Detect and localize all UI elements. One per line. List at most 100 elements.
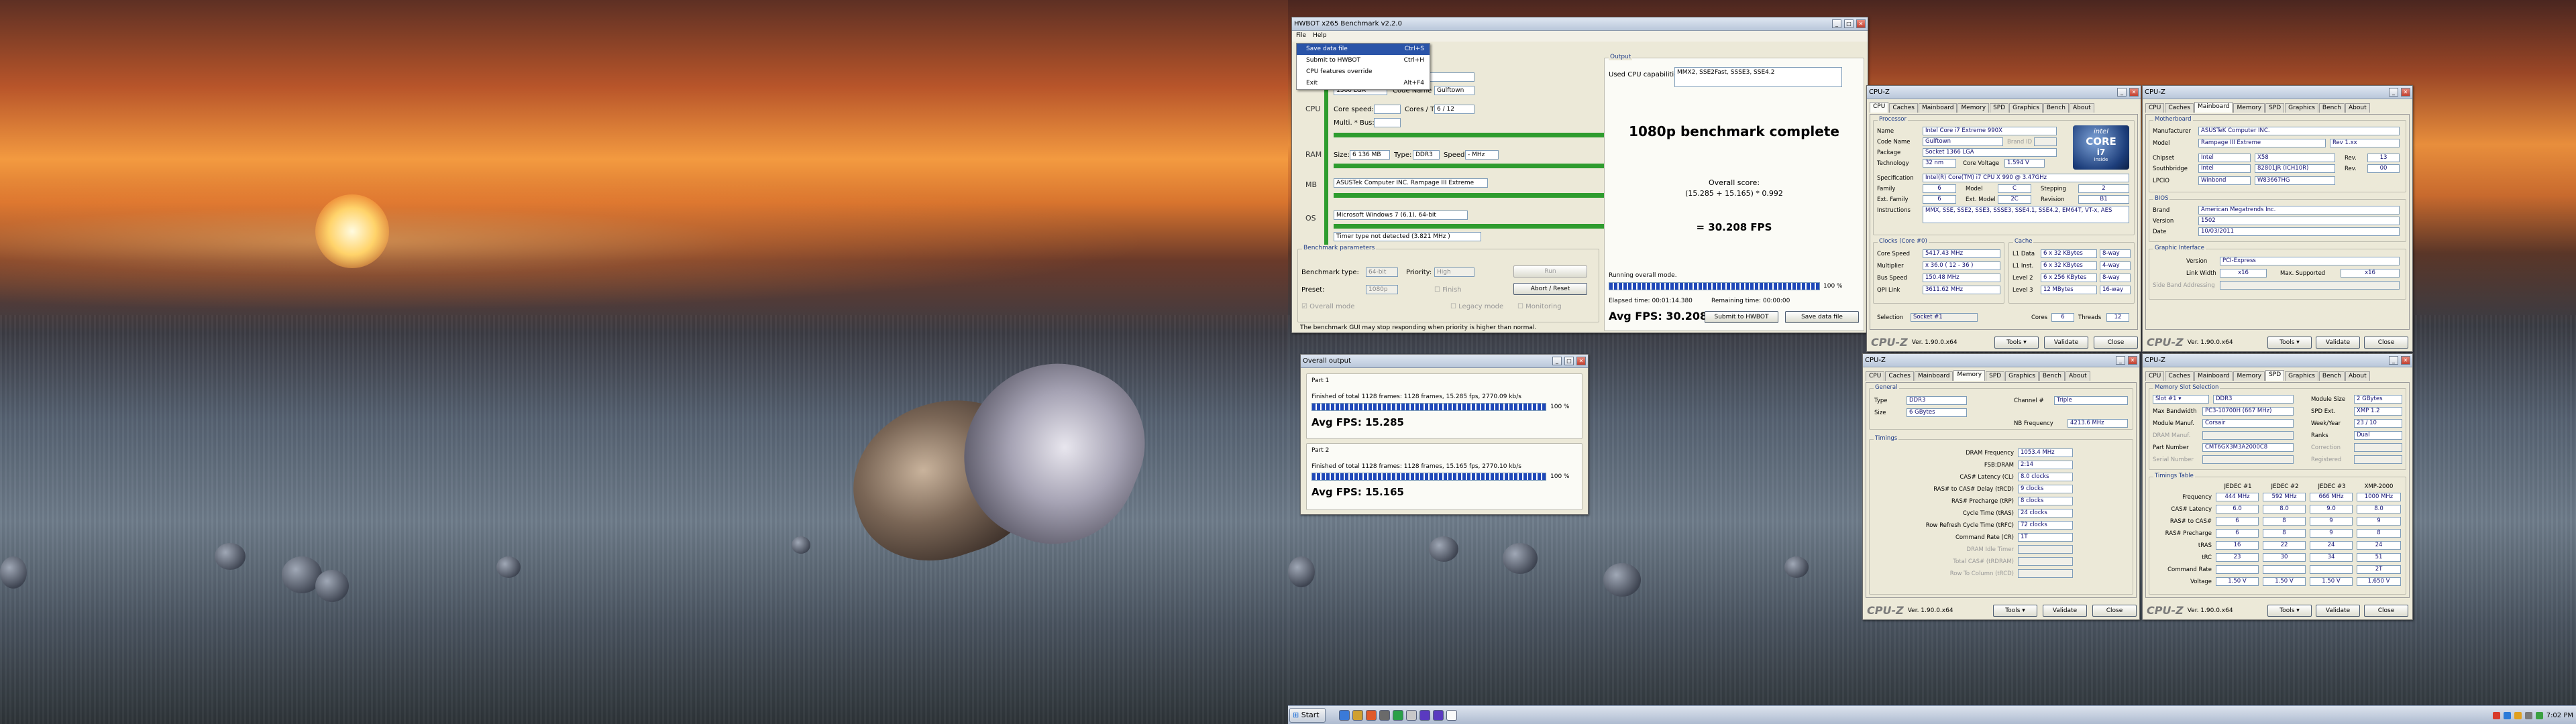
tray-monitor-icon[interactable] bbox=[2535, 711, 2543, 719]
tools-button[interactable]: Tools ▾ bbox=[2267, 605, 2312, 617]
tab-memory[interactable]: Memory bbox=[1957, 103, 1990, 113]
tab-about[interactable]: About bbox=[2345, 371, 2370, 381]
overall-titlebar[interactable]: Overall output _ □ ✕ bbox=[1301, 355, 1588, 368]
tray-volume-icon[interactable] bbox=[2524, 711, 2532, 719]
chrome-icon[interactable] bbox=[1393, 710, 1403, 721]
tab-mainboard[interactable]: Mainboard bbox=[1919, 103, 1957, 113]
submit-hwbot-button[interactable]: Submit to HWBOT bbox=[1705, 311, 1778, 323]
cpuz-taskbar-icon[interactable] bbox=[1433, 710, 1444, 721]
socket-selection-dropdown[interactable]: Socket #1 bbox=[1911, 313, 1978, 322]
minimize-button[interactable]: _ bbox=[1832, 19, 1841, 28]
overall-mode-checkbox[interactable]: ☑ Overall mode bbox=[1301, 303, 1354, 310]
tray-network-icon[interactable] bbox=[2503, 711, 2511, 719]
tray-warning-icon[interactable] bbox=[2514, 711, 2522, 719]
tab-mainboard[interactable]: Mainboard bbox=[2194, 371, 2233, 381]
close-button[interactable]: ✕ bbox=[2401, 356, 2410, 365]
minimize-button[interactable]: _ bbox=[2389, 88, 2398, 97]
minimize-button[interactable]: _ bbox=[2116, 356, 2125, 365]
tab-cpu[interactable]: CPU bbox=[2145, 371, 2165, 381]
tab-bench[interactable]: Bench bbox=[2039, 371, 2065, 381]
tools-button[interactable]: Tools ▾ bbox=[2267, 337, 2312, 349]
close-button[interactable]: ✕ bbox=[2401, 88, 2410, 97]
tab-about[interactable]: About bbox=[2345, 103, 2370, 113]
maximize-button[interactable]: □ bbox=[1844, 19, 1854, 28]
tab-memory[interactable]: Memory bbox=[2233, 103, 2265, 113]
priority-select[interactable]: High bbox=[1434, 267, 1474, 277]
menu-item-exit[interactable]: Exit Alt+F4 bbox=[1297, 78, 1430, 89]
cpuz-taskbar-icon[interactable] bbox=[1419, 710, 1430, 721]
close-window-button[interactable]: Close bbox=[2092, 605, 2137, 617]
tab-cpu[interactable]: CPU bbox=[1866, 371, 1885, 381]
paint-icon[interactable] bbox=[1406, 710, 1417, 721]
tab-about[interactable]: About bbox=[2065, 371, 2090, 381]
tab-spd[interactable]: SPD bbox=[1986, 371, 2005, 381]
tab-cpu[interactable]: CPU bbox=[1870, 102, 1889, 113]
minimize-button[interactable]: _ bbox=[1552, 357, 1562, 365]
tab-memory[interactable]: Memory bbox=[2233, 371, 2265, 381]
start-button[interactable]: ⊞ Start bbox=[1289, 708, 1326, 723]
run-button[interactable]: Run bbox=[1513, 265, 1587, 278]
validate-button[interactable]: Validate bbox=[2043, 605, 2087, 617]
tab-graphics[interactable]: Graphics bbox=[2285, 103, 2318, 113]
tab-caches[interactable]: Caches bbox=[2165, 103, 2194, 113]
folder-icon[interactable] bbox=[1352, 710, 1363, 721]
maximize-button[interactable]: □ bbox=[1564, 357, 1574, 365]
minimize-button[interactable]: _ bbox=[2117, 88, 2127, 97]
clock[interactable]: 7:02 PM bbox=[2546, 712, 2573, 719]
cpuz-titlebar[interactable]: CPU-Z _ ✕ bbox=[1863, 354, 2139, 367]
tab-about[interactable]: About bbox=[2070, 103, 2094, 113]
tab-graphics[interactable]: Graphics bbox=[2005, 371, 2039, 381]
tab-caches[interactable]: Caches bbox=[2165, 371, 2194, 381]
legacy-mode-checkbox[interactable]: ☐ Legacy mode bbox=[1450, 303, 1503, 310]
close-button[interactable]: ✕ bbox=[1856, 19, 1866, 28]
tab-bench[interactable]: Bench bbox=[2318, 371, 2345, 381]
tools-button[interactable]: Tools ▾ bbox=[1993, 605, 2037, 617]
tab-mainboard[interactable]: Mainboard bbox=[1915, 371, 1953, 381]
close-button[interactable]: ✕ bbox=[2128, 356, 2137, 365]
close-window-button[interactable]: Close bbox=[2364, 605, 2408, 617]
tab-bench[interactable]: Bench bbox=[2043, 103, 2069, 113]
hwbot-taskbar-icon[interactable] bbox=[1446, 710, 1457, 721]
menu-item-save-data-file[interactable]: Save data file Ctrl+S bbox=[1297, 44, 1430, 55]
validate-button[interactable]: Validate bbox=[2044, 337, 2088, 349]
tab-graphics[interactable]: Graphics bbox=[2285, 371, 2318, 381]
validate-button[interactable]: Validate bbox=[2316, 605, 2360, 617]
validate-button[interactable]: Validate bbox=[2316, 337, 2360, 349]
tab-caches[interactable]: Caches bbox=[1889, 103, 1918, 113]
tab-memory[interactable]: Memory bbox=[1953, 370, 1986, 381]
tab-spd[interactable]: SPD bbox=[2265, 103, 2285, 113]
close-window-button[interactable]: Close bbox=[2094, 337, 2138, 349]
preset-select[interactable]: 1080p bbox=[1366, 285, 1398, 294]
settings-icon[interactable] bbox=[1379, 710, 1390, 721]
cpuz-titlebar[interactable]: CPU-Z _ ✕ bbox=[1867, 86, 2141, 99]
bench-type-select[interactable]: 64-bit bbox=[1366, 267, 1398, 277]
menu-help[interactable]: Help bbox=[1313, 32, 1327, 40]
cpuz-titlebar[interactable]: CPU-Z _ ✕ bbox=[2143, 354, 2412, 367]
close-button[interactable]: ✕ bbox=[2129, 88, 2139, 97]
tab-caches[interactable]: Caches bbox=[1885, 371, 1914, 381]
save-data-file-button[interactable]: Save data file bbox=[1785, 311, 1859, 323]
hwbot-titlebar[interactable]: HWBOT x265 Benchmark v2.2.0 _ □ ✕ bbox=[1292, 17, 1868, 31]
tab-mainboard[interactable]: Mainboard bbox=[2194, 102, 2233, 113]
tools-button[interactable]: Tools ▾ bbox=[1994, 337, 2039, 349]
monitoring-checkbox[interactable]: ☐ Monitoring bbox=[1517, 303, 1562, 310]
menu-item-cpu-features-override[interactable]: CPU features override bbox=[1297, 66, 1430, 78]
close-button[interactable]: ✕ bbox=[1576, 357, 1586, 365]
tab-spd[interactable]: SPD bbox=[1990, 103, 2009, 113]
cpuz-titlebar[interactable]: CPU-Z _ ✕ bbox=[2143, 86, 2412, 99]
tab-bench[interactable]: Bench bbox=[2318, 103, 2345, 113]
firefox-icon[interactable] bbox=[1366, 710, 1377, 721]
tab-cpu[interactable]: CPU bbox=[2145, 103, 2165, 113]
tray-app-icon[interactable] bbox=[2492, 711, 2500, 719]
pebble bbox=[0, 556, 27, 589]
menu-file[interactable]: File bbox=[1296, 32, 1306, 40]
finish-checkbox[interactable]: ☐ Finish bbox=[1434, 286, 1462, 294]
explorer-icon[interactable] bbox=[1339, 710, 1350, 721]
tab-graphics[interactable]: Graphics bbox=[2009, 103, 2043, 113]
abort-reset-button[interactable]: Abort / Reset bbox=[1513, 283, 1587, 295]
slot-dropdown[interactable]: Slot #1 ▾ bbox=[2153, 395, 2209, 404]
minimize-button[interactable]: _ bbox=[2389, 356, 2398, 365]
tab-spd[interactable]: SPD bbox=[2265, 370, 2285, 381]
menu-item-submit-hwbot[interactable]: Submit to HWBOT Ctrl+H bbox=[1297, 55, 1430, 66]
close-window-button[interactable]: Close bbox=[2364, 337, 2408, 349]
